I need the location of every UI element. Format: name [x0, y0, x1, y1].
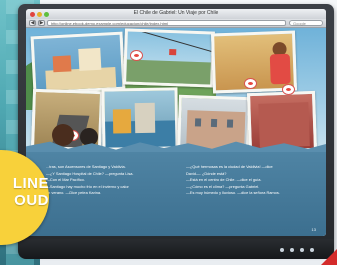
text-line: en verano. —Dice pelea Karina.: [46, 190, 102, 196]
character-head: [52, 124, 74, 146]
window-title: El Chile de Gabriel: Un Viaje por Chile: [133, 10, 219, 16]
monitor-button[interactable]: [280, 248, 284, 252]
text-column-left: ...tras, son Ascensores de Santiago y Va…: [46, 164, 134, 197]
photo-panel-city: [30, 31, 126, 95]
browser-window: El Chile de Gabriel: Un Viaje por Chile …: [26, 9, 326, 236]
address-bar[interactable]: http://online.ebook-demo.example.com/edu…: [47, 20, 286, 26]
text-line: —Santiago hay mucho frío en el invierno …: [46, 183, 129, 189]
audio-bubble-icon[interactable]: [282, 84, 295, 95]
text-line: David—. ¿Dónde está?: [186, 170, 227, 176]
title-bar: El Chile de Gabriel: Un Viaje por Chile: [26, 9, 326, 19]
monitor-power-button[interactable]: [310, 248, 314, 252]
monitor-base: [18, 239, 334, 259]
audio-bubble-icon[interactable]: [244, 78, 257, 89]
badge-text-line2: OUD: [14, 192, 49, 209]
monitor-button[interactable]: [300, 248, 304, 252]
text-line: —Con el Mar Pacífico.: [46, 177, 85, 183]
text-page: ...tras, son Ascensores de Santiago y Va…: [26, 152, 326, 236]
audio-bubble-icon[interactable]: [130, 50, 143, 61]
text-line: —Está en el centro de Chile. —dice el gu…: [186, 177, 262, 183]
text-line: —Es muy húmedo y lluvioso. —dice la seño…: [186, 190, 280, 196]
scene: El Chile de Gabriel: Un Viaje por Chile …: [0, 0, 337, 265]
text-line: —¿Cómo es el clima? —pregunta Gabriel.: [186, 183, 260, 189]
browser-toolbar: ◀ ▶ http://online.ebook-demo.example.com…: [26, 19, 326, 28]
page-number: 13: [311, 227, 316, 232]
forward-button[interactable]: ▶: [38, 20, 45, 26]
text-line: —¿Qué hermosas es la ciudad de Valdivia!…: [186, 164, 273, 169]
ebook-page: ...tras, son Ascensores de Santiago y Va…: [26, 28, 326, 236]
text-line: —¿Y Santiago Hospital de Chile? —pregunt…: [46, 170, 134, 176]
search-field[interactable]: Google: [289, 20, 323, 26]
back-button[interactable]: ◀: [29, 20, 36, 26]
badge-text-line1: LINE: [12, 175, 49, 192]
character-head: [80, 128, 98, 146]
monitor-button[interactable]: [290, 248, 294, 252]
text-column-right: —¿Qué hermosas es la ciudad de Valdivia!…: [186, 164, 280, 197]
photo-panel-harbor: [101, 87, 179, 151]
text-line: ...tras, son Ascensores de Santiago y Va…: [46, 164, 126, 169]
